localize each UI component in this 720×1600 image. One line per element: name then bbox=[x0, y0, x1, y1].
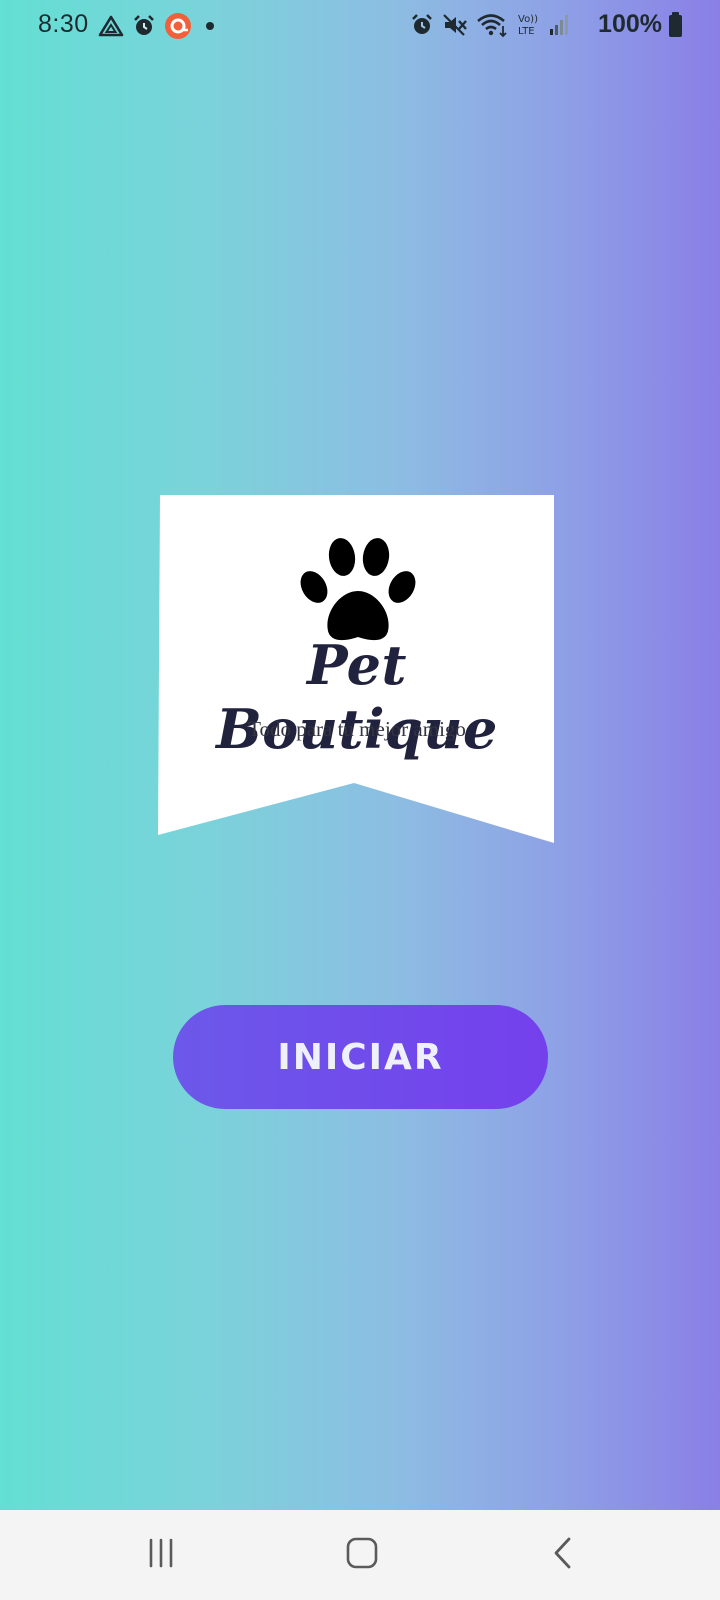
alarm-icon bbox=[132, 14, 156, 43]
status-time: 8:30 bbox=[38, 10, 89, 38]
status-left-icons bbox=[98, 12, 220, 45]
volte-icon: Vo)) LTE bbox=[516, 12, 540, 43]
app-screen: 8:30 Vo)) LTE 100% Pet Boutique Todo par… bbox=[0, 0, 720, 1510]
status-right-icons: Vo)) LTE bbox=[410, 12, 570, 43]
battery-icon bbox=[669, 12, 682, 37]
dot-icon bbox=[200, 14, 220, 43]
svg-text:LTE: LTE bbox=[518, 26, 535, 37]
logo-banner: Pet Boutique Todo para tu mejor amigo bbox=[158, 495, 556, 845]
alarm-icon bbox=[410, 13, 434, 42]
home-button[interactable] bbox=[302, 1510, 422, 1600]
svg-text:Vo)): Vo)) bbox=[518, 14, 538, 25]
drive-icon bbox=[98, 14, 124, 43]
tagline: Todo para tu mejor amigo bbox=[248, 717, 466, 741]
status-bar: 8:30 Vo)) LTE 100% bbox=[0, 0, 720, 54]
wifi-icon bbox=[476, 12, 508, 43]
navigation-bar bbox=[0, 1510, 720, 1600]
mute-icon bbox=[442, 13, 468, 42]
recent-apps-icon bbox=[146, 1538, 176, 1573]
home-icon bbox=[345, 1536, 379, 1575]
app-notification-icon bbox=[164, 12, 192, 45]
signal-icon bbox=[548, 13, 570, 42]
start-button[interactable]: INICIAR bbox=[173, 1005, 548, 1109]
back-icon bbox=[551, 1536, 575, 1575]
recent-apps-button[interactable] bbox=[101, 1510, 221, 1600]
battery-percent: 100% bbox=[598, 10, 662, 38]
back-button[interactable] bbox=[503, 1510, 623, 1600]
